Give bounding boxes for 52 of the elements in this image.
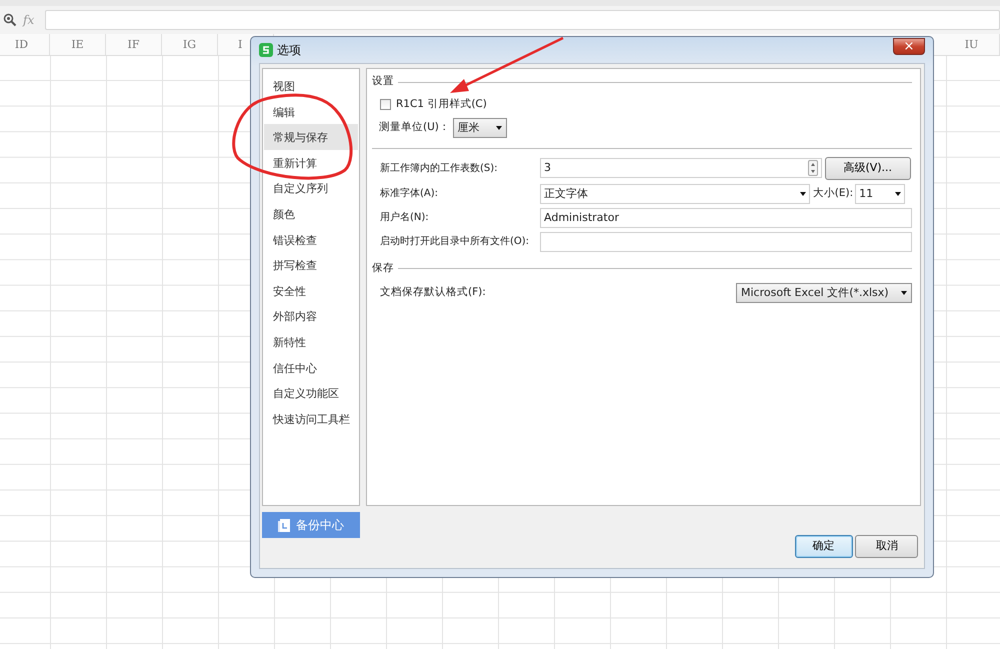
spinner-icon[interactable] <box>808 160 818 176</box>
caret-icon <box>901 290 907 295</box>
sidebar-item[interactable]: 外部内容 <box>264 303 358 329</box>
sidebar-item[interactable]: 安全性 <box>264 278 358 304</box>
caret-icon <box>895 192 902 196</box>
dialog-title: 选项 <box>277 42 301 59</box>
sidebar-item[interactable]: 快速访问工具栏 <box>264 406 358 432</box>
sidebar-item[interactable]: 自定义功能区 <box>264 380 358 406</box>
formula-input[interactable] <box>45 10 1000 30</box>
zoom-icon[interactable] <box>3 13 17 27</box>
caret-icon <box>800 192 806 196</box>
sidebar-item[interactable]: 新特性 <box>264 328 358 355</box>
column-header[interactable]: I <box>238 38 242 51</box>
section-heading: 设置 <box>372 74 394 90</box>
caret-icon <box>496 126 502 130</box>
column-header[interactable]: IG <box>182 38 196 51</box>
sidebar-item[interactable]: 自定义序列 <box>264 175 358 201</box>
size-select[interactable]: 11 <box>855 184 906 204</box>
unit-select[interactable]: 厘米 <box>452 118 507 138</box>
column-header[interactable]: IU <box>964 38 978 51</box>
sidebar-item[interactable]: 编辑 <box>264 98 358 124</box>
sidebar-item[interactable]: 重新计算 <box>264 150 358 176</box>
text-field[interactable] <box>540 232 912 252</box>
font-select[interactable]: 正文字体 <box>540 184 810 204</box>
column-header[interactable]: ID <box>14 38 28 51</box>
sidebar-item[interactable]: 颜色 <box>264 200 358 227</box>
app-icon <box>259 43 273 57</box>
field-label: 启动时打开此目录中所有文件(O): <box>379 234 530 250</box>
column-header[interactable]: IF <box>128 38 140 51</box>
field-label: 新工作簿内的工作表数(S): <box>379 162 499 176</box>
text-field[interactable]: Administrator <box>540 208 912 228</box>
sidebar-item[interactable]: 信任中心 <box>264 354 358 380</box>
checkbox[interactable] <box>380 99 391 110</box>
sidebar-item[interactable]: 拼写检查 <box>264 252 358 278</box>
column-header[interactable]: IE <box>71 38 84 51</box>
document-icon <box>278 518 290 532</box>
close-button[interactable]: × <box>893 38 925 55</box>
sidebar-item[interactable]: 视图 <box>264 73 358 99</box>
field-label: 标准字体(A): <box>379 186 440 202</box>
dialog-button[interactable]: 确定 <box>794 535 852 558</box>
sidebar-item[interactable]: 常规与保存 <box>264 124 358 150</box>
field-label: 用户名(N): <box>379 210 430 226</box>
sidebar-item[interactable]: 错误检查 <box>264 226 358 252</box>
format-select[interactable]: Microsoft Excel 文件(*.xlsx) <box>736 282 912 303</box>
number-field[interactable]: 3 <box>540 158 822 178</box>
field-label: 大小(E): <box>812 186 854 201</box>
section-heading: 保存 <box>372 260 394 276</box>
advanced-button[interactable]: 高级(V)... <box>824 156 911 180</box>
checkbox-label: R1C1 引用样式(C) <box>396 97 487 112</box>
dialog-button[interactable]: 取消 <box>855 535 918 558</box>
field-label: 文档保存默认格式(F): <box>380 284 486 300</box>
field-label: 测量单位(U)： <box>379 120 450 135</box>
